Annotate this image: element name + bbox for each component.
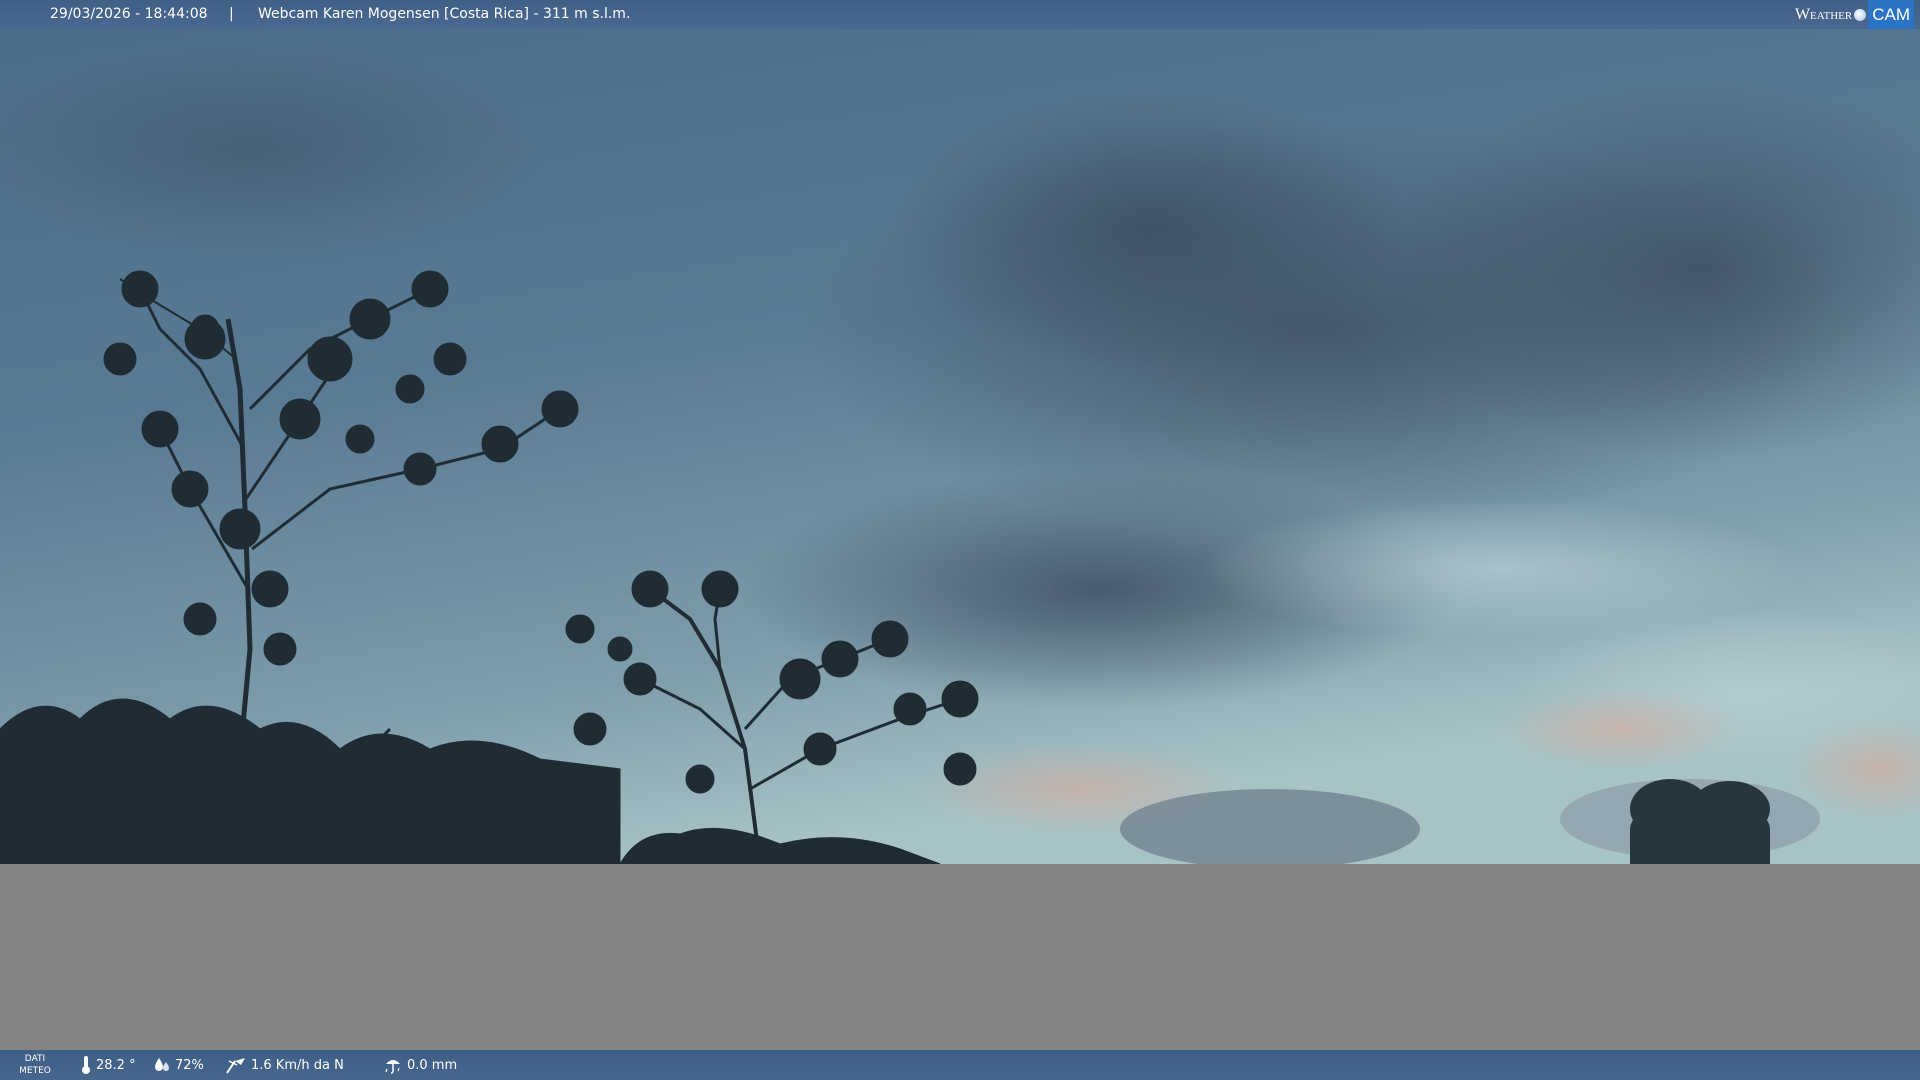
brand-weather-text: Weather xyxy=(1794,6,1853,23)
weathercam-logo[interactable]: Weather CAM xyxy=(1794,0,1914,29)
webcam-title: Webcam Karen Mogensen [Costa Rica] - 311… xyxy=(258,6,631,22)
brand-cam-text: CAM xyxy=(1868,0,1914,29)
separator: | xyxy=(229,6,234,22)
wind-icon xyxy=(226,1058,245,1074)
thermometer-icon xyxy=(82,1056,90,1074)
humidity-icon xyxy=(155,1058,169,1071)
weather-data-bar: DATI METEO 28.2 ° 72% 1.6 Km/h da N 0.0 … xyxy=(0,1050,1920,1080)
rain-value: 0.0 mm xyxy=(407,1057,458,1073)
webcam-image xyxy=(0,29,1920,864)
tree-silhouette-right xyxy=(1630,779,1770,864)
top-info-bar: 29/03/2026 - 18:44:08 | Webcam Karen Mog… xyxy=(0,0,1920,29)
dati-meteo-label[interactable]: DATI METEO xyxy=(16,1053,54,1077)
wind-value: 1.6 Km/h da N xyxy=(251,1057,344,1073)
humidity-readout: 72% xyxy=(153,1050,204,1080)
temperature-value: 28.2 ° xyxy=(96,1057,136,1073)
rain-readout: 0.0 mm xyxy=(383,1050,457,1080)
timestamp: 29/03/2026 - 18:44:08 xyxy=(50,6,208,22)
sky-scene xyxy=(0,29,1920,864)
humidity-value: 72% xyxy=(175,1057,204,1073)
wind-readout: 1.6 Km/h da N xyxy=(225,1050,344,1080)
blank-gray-area xyxy=(0,864,1920,1050)
temperature-readout: 28.2 ° xyxy=(80,1050,136,1080)
rain-icon xyxy=(385,1060,400,1074)
brand-dot-icon xyxy=(1854,8,1867,21)
